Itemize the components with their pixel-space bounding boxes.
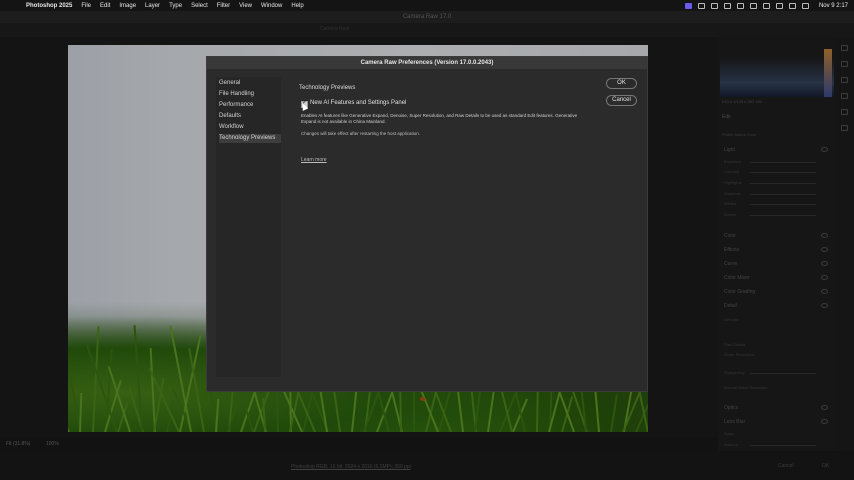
bluetooth-icon[interactable] [749,2,757,9]
menu-bar: Photoshop 2025 File Edit Image Layer Typ… [0,0,854,11]
menu-image[interactable]: Image [119,3,136,9]
menu-select[interactable]: Select [191,3,208,9]
menu-help[interactable]: Help [291,3,303,9]
menu-filter[interactable]: Filter [217,3,230,9]
ai-features-description: Enables AI features like Generative Expa… [301,113,578,124]
menu-edit[interactable]: Edit [100,3,110,9]
nav-file-handling[interactable]: File Handling [219,90,281,99]
menubar-clock[interactable]: Nov 9 2:17 [819,3,848,9]
ok-button[interactable]: OK [606,78,637,89]
preferences-nav: General File Handling Performance Defaul… [216,77,281,377]
search-icon[interactable] [788,2,796,9]
menu-view[interactable]: View [239,3,252,9]
clipboard-icon[interactable] [723,2,731,9]
wifi-icon[interactable] [775,2,783,9]
preferences-dialog: Camera Raw Preferences (Version 17.0.0.2… [206,56,648,392]
dialog-title: Camera Raw Preferences (Version 17.0.0.2… [207,57,647,69]
learn-more-link[interactable]: Learn more [301,157,327,163]
nav-performance[interactable]: Performance [219,101,281,110]
menu-layer[interactable]: Layer [145,3,160,9]
restart-note: Changes will take effect after restartin… [301,131,420,136]
menu-app[interactable]: Photoshop 2025 [26,3,72,9]
menu-window[interactable]: Window [261,3,282,9]
nav-technology-previews[interactable]: Technology Previews [219,134,281,143]
section-heading: Technology Previews [299,85,356,91]
control-center-icon[interactable] [801,2,809,9]
status-area: Nov 9 2:17 [684,0,848,11]
ai-features-label[interactable]: New AI Features and Settings Panel [310,100,406,106]
extension-icon[interactable] [710,2,718,9]
display-icon[interactable] [736,2,744,9]
battery-icon[interactable] [762,2,770,9]
video-icon[interactable] [697,2,705,9]
nav-general[interactable]: General [219,79,281,88]
menu-file[interactable]: File [81,3,91,9]
nav-defaults[interactable]: Defaults [219,112,281,121]
menu-type[interactable]: Type [169,3,182,9]
screen-record-icon[interactable] [684,2,692,9]
nav-workflow[interactable]: Workflow [219,123,281,132]
cancel-button[interactable]: Cancel [606,95,637,106]
